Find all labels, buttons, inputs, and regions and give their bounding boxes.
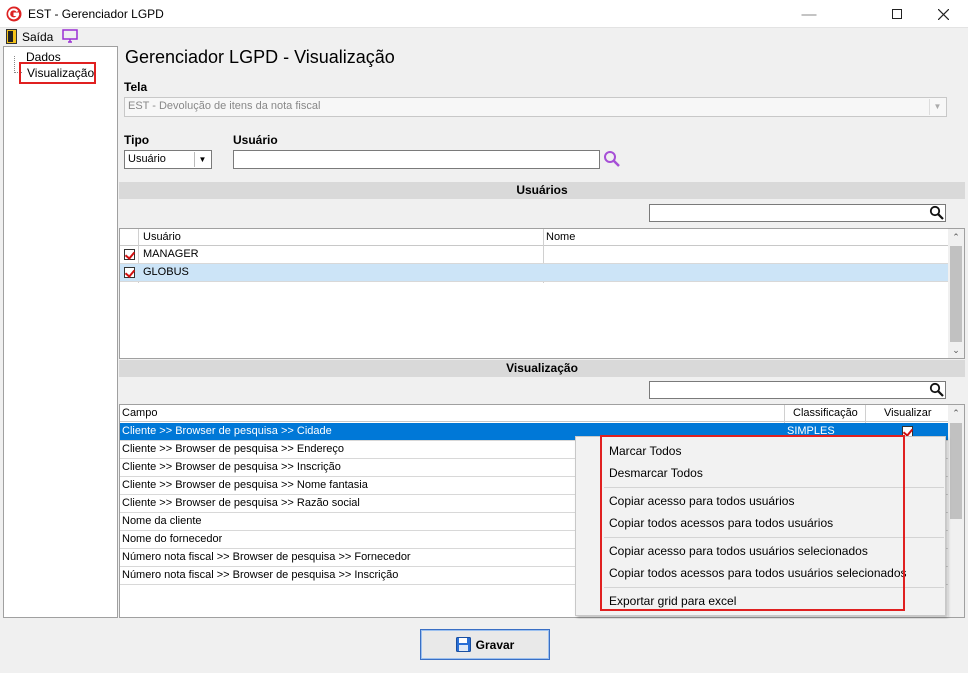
chevron-down-icon[interactable]: ▼ [929,99,945,115]
users-scrollbar[interactable]: ⌃ ⌄ [948,229,964,358]
column-header-campo[interactable]: Campo [122,405,157,422]
tela-label: Tela [124,80,148,94]
campo-cell: Cliente >> Browser de pesquisa >> Razão … [122,497,360,509]
maximize-button[interactable] [874,0,920,28]
search-icon[interactable] [603,150,621,168]
campo-cell: Nome do fornecedor [122,533,223,545]
minimize-button[interactable]: — [786,0,832,28]
page-title: Gerenciador LGPD - Visualização [125,47,395,67]
scroll-up-icon[interactable]: ⌃ [948,405,964,421]
usuario-input[interactable] [233,150,600,169]
tipo-select-value: Usuário [128,153,166,165]
title-bar: EST - Gerenciador LGPD — [0,0,968,28]
scroll-up-icon[interactable]: ⌃ [948,229,964,245]
row-checkbox[interactable] [124,267,135,278]
visualizacao-search-input[interactable] [649,381,946,399]
scroll-down-icon[interactable]: ⌄ [948,342,964,358]
scroll-thumb[interactable] [950,246,962,342]
window-title: EST - Gerenciador LGPD [28,7,164,21]
campo-cell: Cliente >> Browser de pesquisa >> Endere… [122,443,344,455]
users-grid-header: Usuário Nome [120,229,949,246]
search-icon[interactable] [929,382,945,398]
users-section-header: Usuários [119,182,965,199]
save-button[interactable]: Gravar [420,629,550,660]
column-header-nome[interactable]: Nome [546,229,575,246]
usuario-cell: MANAGER [143,248,199,260]
exit-door-icon[interactable] [6,29,17,44]
tela-select[interactable]: EST - Devolução de itens da nota fiscal [124,97,947,117]
users-search-input[interactable] [649,204,946,222]
highlight-box [600,435,905,611]
monitor-icon[interactable] [62,29,78,43]
close-icon [937,8,949,20]
campo-cell: Cliente >> Browser de pesquisa >> Inscri… [122,461,341,473]
tipo-label: Tipo [124,133,150,147]
grid-divider [784,405,785,423]
row-checkbox[interactable] [124,249,135,260]
table-row[interactable]: MANAGER [120,246,949,264]
floppy-disk-icon [455,637,471,652]
save-button-label: Gravar [475,637,515,652]
usuario-label: Usuário [233,133,278,147]
maximize-icon [892,9,902,19]
campo-cell: Cliente >> Browser de pesquisa >> Cidade [122,425,332,437]
users-grid: Usuário Nome MANAGER GLOBUS ⌃ ⌄ [119,228,965,359]
campo-cell: Cliente >> Browser de pesquisa >> Nome f… [122,479,368,491]
toolbar: Saída [0,28,968,46]
navigation-tree [3,46,118,618]
usuario-cell: GLOBUS [143,266,189,278]
table-row[interactable]: GLOBUS [120,264,949,282]
campo-cell: Nome da cliente [122,515,202,527]
tree-item-label: Visualização [27,66,95,80]
column-header-visualizar[interactable]: Visualizar [884,405,932,422]
chevron-down-icon[interactable]: ▼ [194,152,210,167]
exit-button[interactable]: Saída [22,30,53,44]
column-header-classificacao[interactable]: Classificação [793,405,858,422]
visualizacao-scrollbar[interactable]: ⌃ [948,405,964,617]
tela-select-value: EST - Devolução de itens da nota fiscal [128,100,321,112]
app-logo-icon [6,6,22,22]
visualizacao-section-header: Visualização [119,360,965,377]
campo-cell: Número nota fiscal >> Browser de pesquis… [122,569,399,581]
campo-cell: Número nota fiscal >> Browser de pesquis… [122,551,411,563]
scroll-thumb[interactable] [950,423,962,519]
visualizacao-grid-header: Campo Classificação Visualizar [120,405,949,422]
search-icon[interactable] [929,205,945,221]
close-button[interactable] [920,0,966,28]
tree-item-visualizacao[interactable]: Visualização [19,62,96,84]
column-header-usuario[interactable]: Usuário [143,229,181,246]
grid-divider [865,405,866,423]
